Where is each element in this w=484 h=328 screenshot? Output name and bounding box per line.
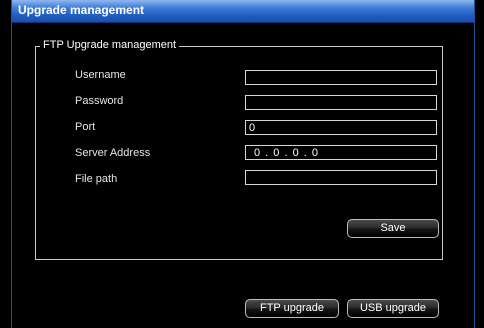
title-bar: Upgrade management (12, 0, 474, 23)
save-button[interactable]: Save (347, 219, 439, 238)
username-field[interactable] (245, 70, 437, 85)
port-label: Port (75, 121, 96, 133)
file-path-label: File path (75, 173, 118, 185)
password-field[interactable] (245, 95, 437, 110)
ftp-upgrade-button[interactable]: FTP upgrade (245, 299, 339, 318)
password-label: Password (75, 95, 124, 107)
username-label: Username (75, 69, 126, 81)
ftp-group-title: FTP Upgrade management (40, 39, 180, 51)
server-address-label: Server Address (75, 147, 151, 159)
server-address-field[interactable] (245, 145, 437, 160)
window-title: Upgrade management (18, 3, 145, 17)
file-path-field[interactable] (245, 170, 437, 185)
port-field[interactable] (245, 120, 437, 135)
usb-upgrade-button[interactable]: USB upgrade (347, 299, 439, 318)
